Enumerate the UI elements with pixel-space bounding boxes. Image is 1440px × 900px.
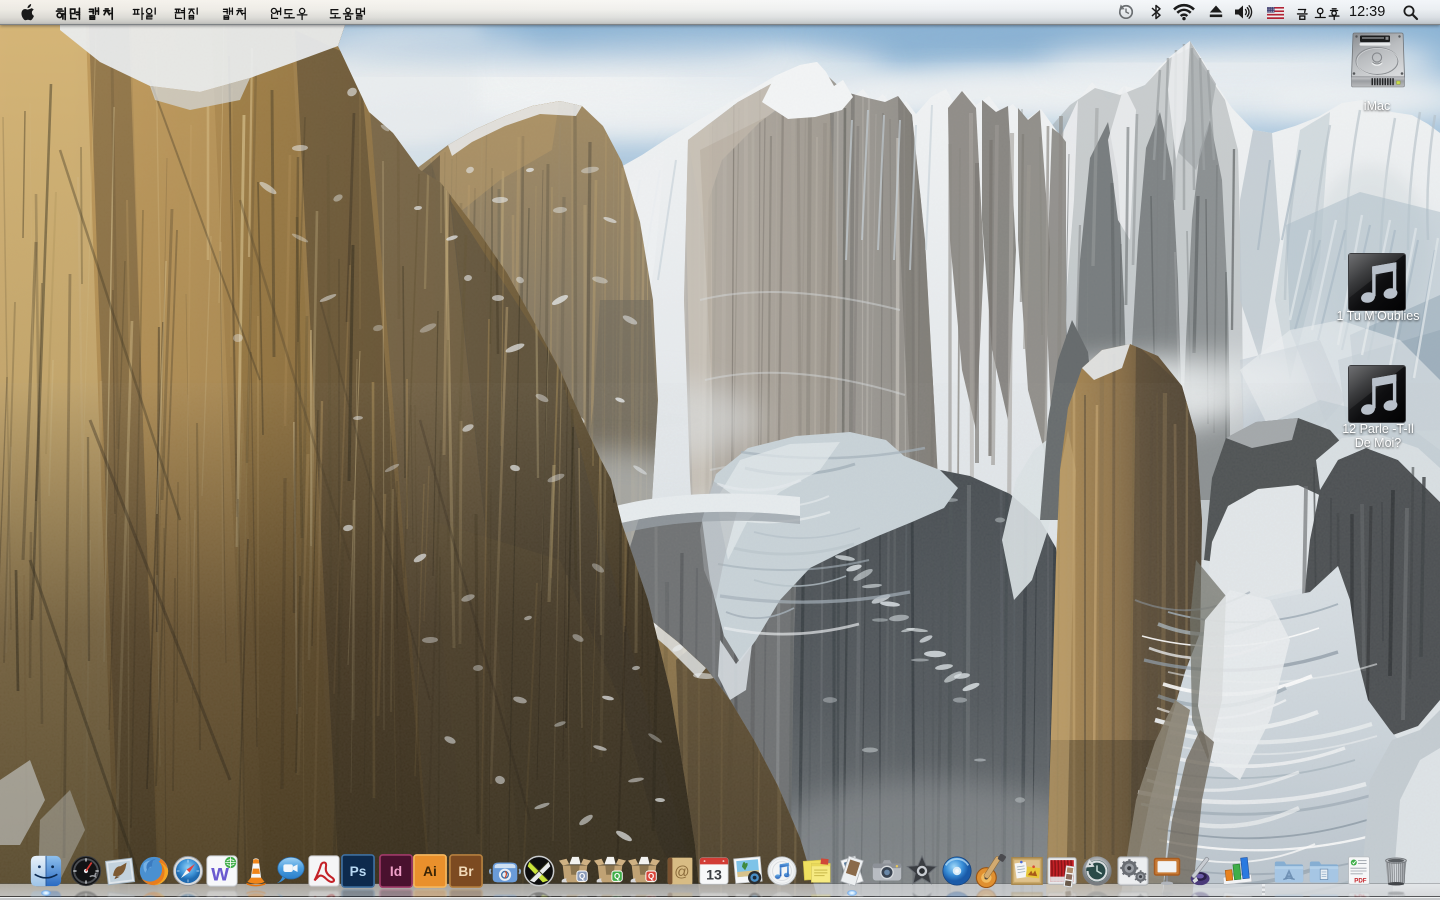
svg-text:Q: Q bbox=[648, 896, 654, 897]
svg-text:Ai: Ai bbox=[423, 864, 437, 879]
svg-text:Id: Id bbox=[390, 864, 402, 879]
svg-text:Q: Q bbox=[579, 872, 585, 881]
svg-text:PDF: PDF bbox=[1354, 893, 1367, 897]
svg-text:Q: Q bbox=[614, 872, 620, 881]
svg-text:13: 13 bbox=[706, 894, 722, 898]
svg-text:PDF: PDF bbox=[1354, 877, 1367, 884]
svg-text:@: @ bbox=[674, 896, 689, 897]
svg-text:Br: Br bbox=[458, 864, 474, 879]
svg-text:@: @ bbox=[674, 864, 689, 881]
svg-text:Q: Q bbox=[614, 896, 620, 897]
svg-text:13: 13 bbox=[706, 868, 722, 884]
svg-text:w: w bbox=[210, 892, 229, 897]
svg-text:Q: Q bbox=[579, 896, 585, 897]
svg-text:Q: Q bbox=[648, 872, 654, 881]
svg-text:Ps: Ps bbox=[350, 864, 367, 879]
